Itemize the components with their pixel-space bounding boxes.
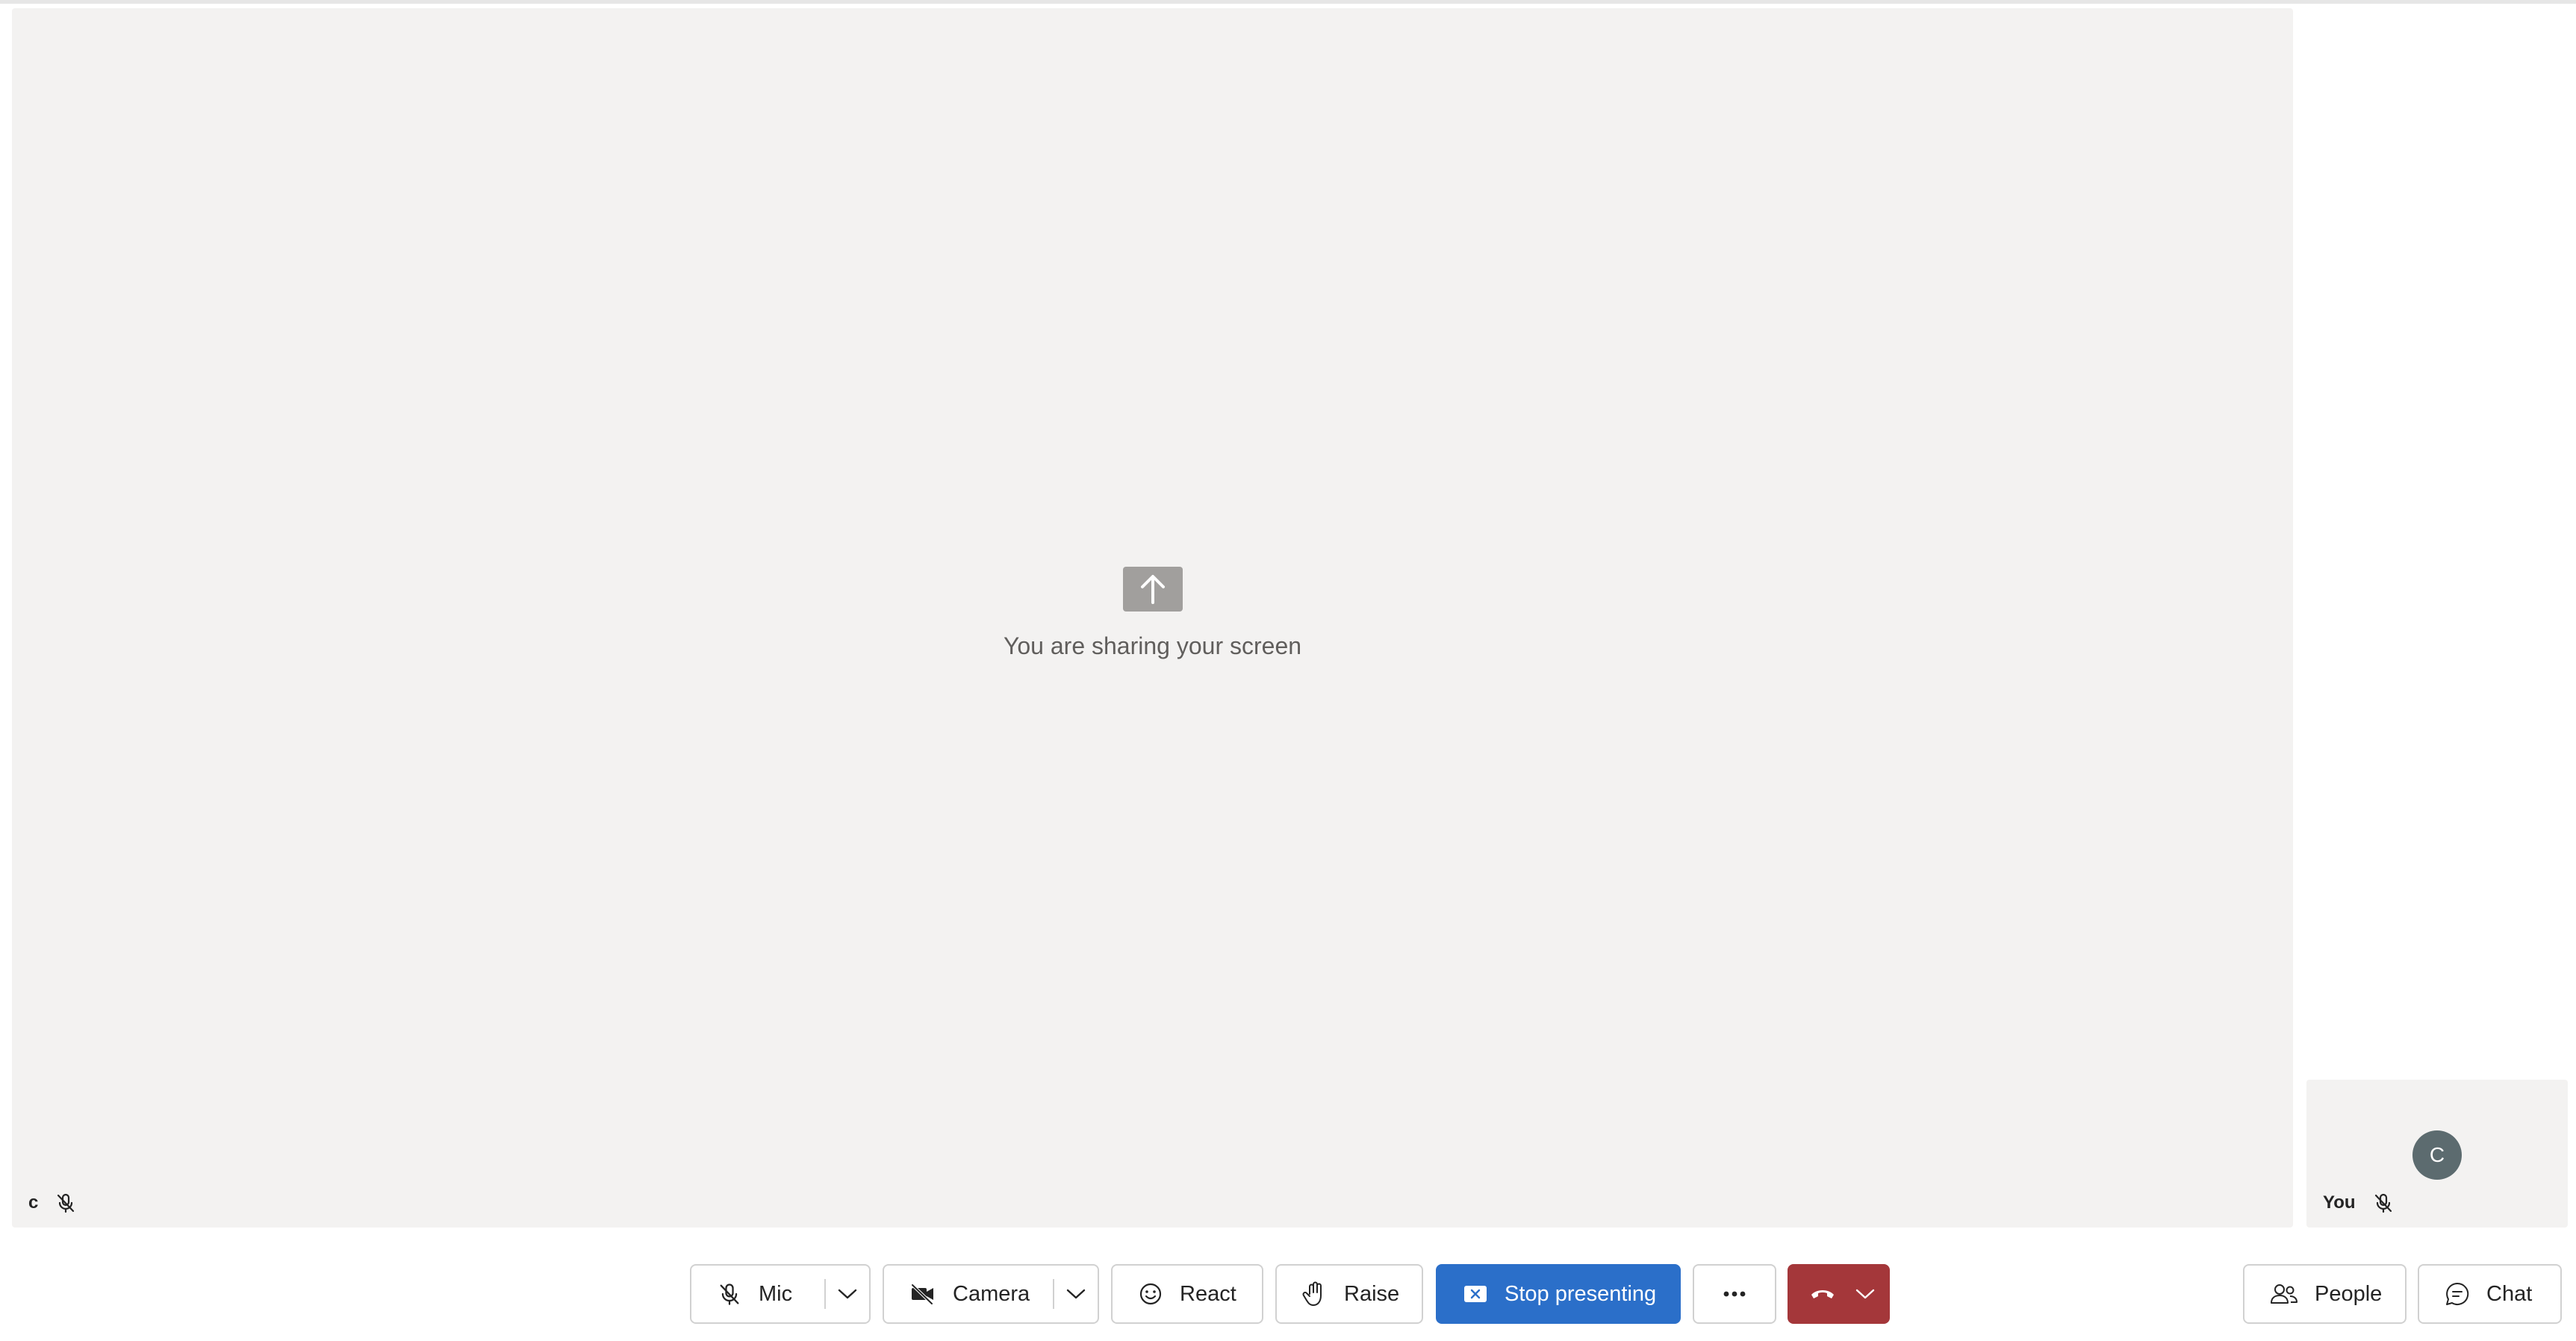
react-label: React xyxy=(1180,1281,1236,1306)
react-button[interactable]: React xyxy=(1111,1264,1263,1324)
chat-label: Chat xyxy=(2486,1281,2533,1306)
participant-name: c xyxy=(28,1192,39,1213)
mic-off-icon xyxy=(55,1192,77,1214)
chat-button[interactable]: Chat xyxy=(2418,1264,2562,1324)
camera-off-icon xyxy=(909,1283,936,1305)
sharing-status-text: You are sharing your screen xyxy=(1003,632,1302,659)
mic-off-icon xyxy=(2372,1192,2395,1214)
smiley-icon xyxy=(1138,1281,1163,1307)
stop-presenting-button[interactable]: Stop presenting xyxy=(1436,1264,1681,1324)
participant-label: c xyxy=(28,1192,77,1214)
mic-split-button: Mic xyxy=(690,1264,871,1324)
self-video-tile[interactable]: C You xyxy=(2306,1080,2568,1228)
hand-icon xyxy=(1302,1281,1328,1307)
self-name: You xyxy=(2323,1192,2356,1213)
leave-button[interactable] xyxy=(1789,1266,1849,1322)
camera-button[interactable]: Camera xyxy=(884,1266,1053,1322)
mic-button[interactable]: Mic xyxy=(691,1266,824,1322)
people-label: People xyxy=(2315,1281,2383,1306)
camera-label: Camera xyxy=(953,1281,1030,1306)
sharing-indicator: You are sharing your screen xyxy=(12,567,2293,660)
raise-label: Raise xyxy=(1344,1281,1400,1306)
hang-up-icon xyxy=(1809,1286,1836,1301)
chevron-down-icon xyxy=(1066,1288,1086,1300)
leave-split-button xyxy=(1788,1264,1890,1324)
self-label: You xyxy=(2323,1192,2395,1214)
avatar: C xyxy=(2412,1130,2462,1180)
more-icon xyxy=(1722,1290,1747,1298)
mic-label: Mic xyxy=(759,1281,793,1306)
chevron-down-icon xyxy=(1855,1288,1875,1300)
camera-split-button: Camera xyxy=(883,1264,1099,1324)
leave-options-button[interactable] xyxy=(1849,1266,1888,1322)
shared-screen-stage: You are sharing your screen c xyxy=(12,8,2293,1228)
more-options-button[interactable] xyxy=(1693,1264,1776,1324)
top-border xyxy=(0,0,2576,4)
share-screen-icon xyxy=(1122,567,1183,612)
chevron-down-icon xyxy=(838,1288,857,1300)
mic-off-icon xyxy=(717,1281,742,1307)
stop-presenting-label: Stop presenting xyxy=(1505,1281,1657,1306)
people-icon xyxy=(2270,1283,2298,1305)
mic-options-button[interactable] xyxy=(826,1266,869,1322)
chat-icon xyxy=(2445,1281,2470,1307)
camera-options-button[interactable] xyxy=(1054,1266,1098,1322)
stop-share-icon xyxy=(1463,1284,1488,1304)
raise-hand-button[interactable]: Raise xyxy=(1275,1264,1423,1324)
people-button[interactable]: People xyxy=(2243,1264,2407,1324)
